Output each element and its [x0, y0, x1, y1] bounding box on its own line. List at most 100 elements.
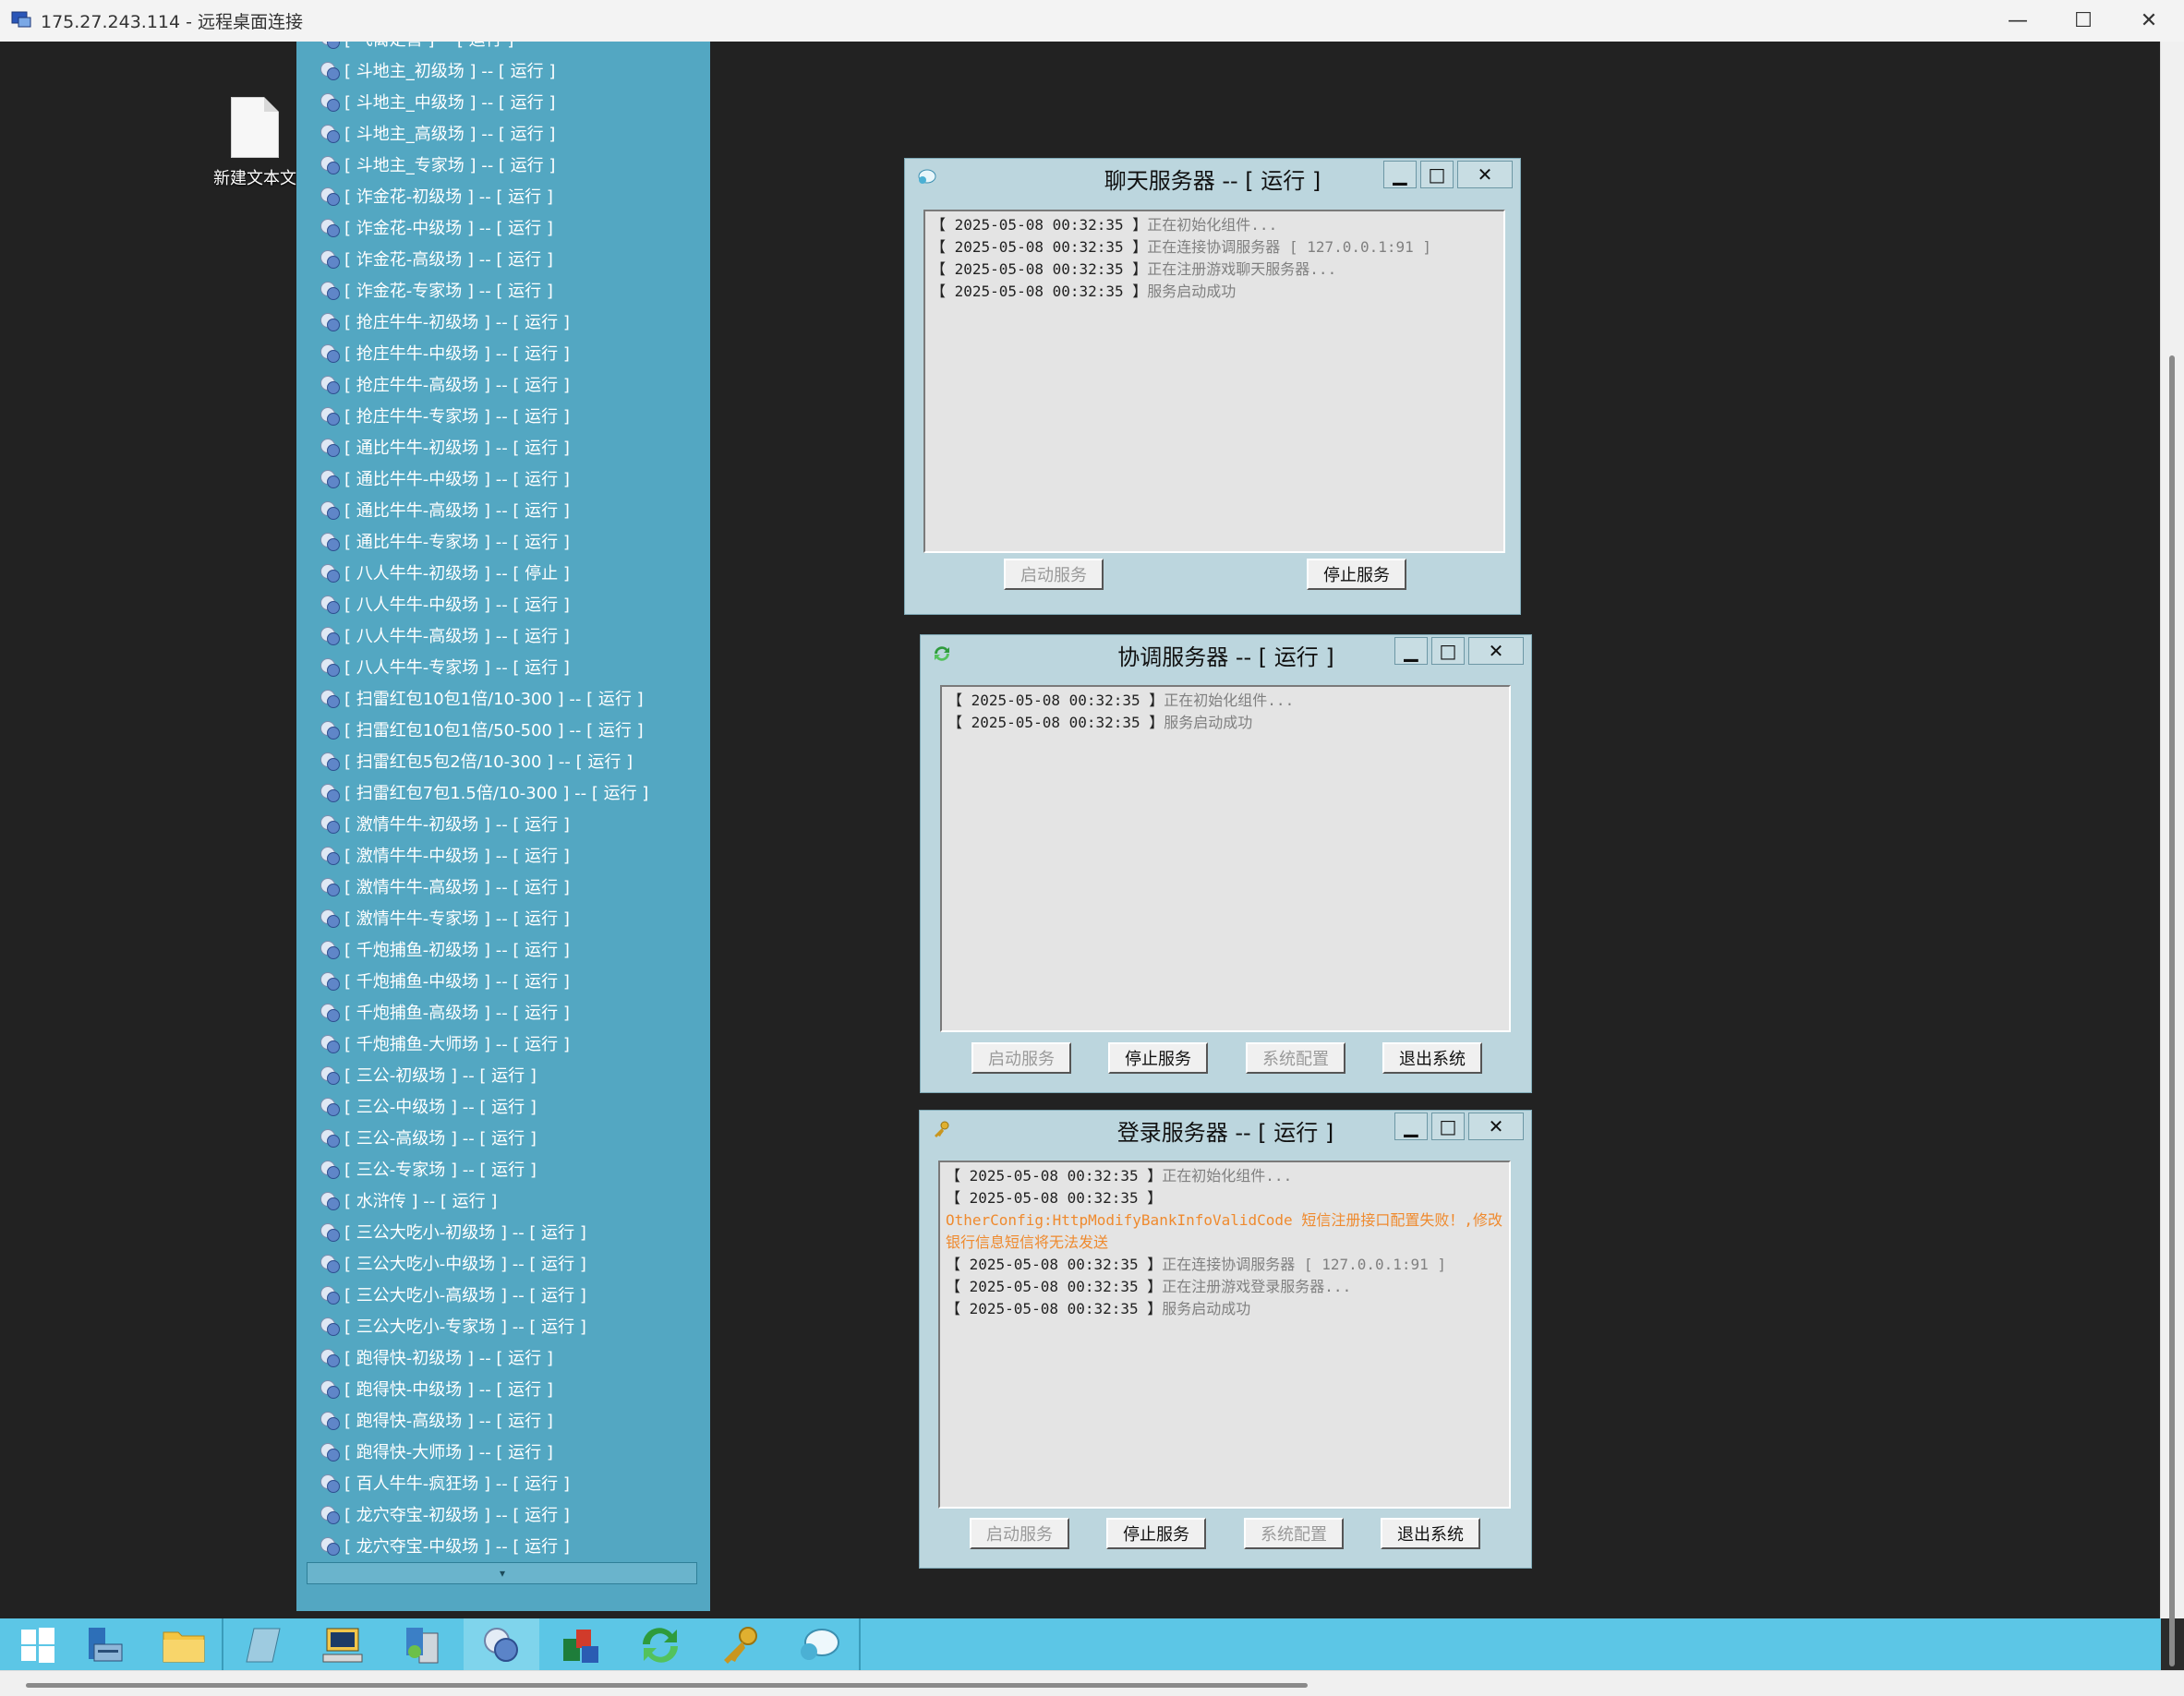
chat-maximize-button[interactable]: □ — [1420, 161, 1454, 188]
room-list-item[interactable]: [ 诈金花-专家场 ] -- [ 运行 ] — [319, 274, 648, 306]
room-list-item[interactable]: [ 龙穴夺宝-初级场 ] -- [ 运行 ] — [319, 1498, 648, 1530]
coord-log[interactable]: 【 2025-05-08 00:32:35 】正在初始化组件... 【 2025… — [940, 685, 1511, 1032]
minimize-button[interactable]: — — [1990, 0, 2045, 42]
chat-server-icon[interactable] — [781, 1618, 857, 1671]
game-room-icon — [319, 468, 340, 488]
room-list-item[interactable]: [ 千炮捕鱼-中级场 ] -- [ 运行 ] — [319, 965, 648, 996]
coordination-server-icon[interactable] — [622, 1618, 698, 1671]
coord-start-service-button[interactable]: 启动服务 — [971, 1042, 1071, 1074]
room-list-dropdown[interactable]: ▾ — [307, 1562, 697, 1584]
room-list-item[interactable]: [ 通比牛牛-高级场 ] -- [ 运行 ] — [319, 494, 648, 525]
room-list-item[interactable]: [ 水浒传 ] -- [ 运行 ] — [319, 1185, 648, 1216]
room-list-item[interactable]: [ 通比牛牛-中级场 ] -- [ 运行 ] — [319, 463, 648, 494]
room-list-item[interactable]: [ 三公-中级场 ] -- [ 运行 ] — [319, 1090, 648, 1122]
chat-start-service-button[interactable]: 启动服务 — [1004, 559, 1104, 590]
login-minimize-button[interactable]: ▁ — [1394, 1113, 1428, 1140]
coord-system-config-button[interactable]: 系统配置 — [1246, 1042, 1345, 1074]
file-explorer-icon[interactable] — [146, 1618, 222, 1671]
room-list-item[interactable]: [ 抢庄牛牛-初级场 ] -- [ 运行 ] — [319, 306, 648, 337]
room-list-item[interactable]: [ 激情牛牛-中级场 ] -- [ 运行 ] — [319, 839, 648, 871]
horizontal-scrollbar-thumb[interactable] — [26, 1683, 1308, 1688]
login-server-icon[interactable] — [702, 1618, 778, 1671]
vertical-scrollbar[interactable] — [2160, 42, 2184, 1666]
room-list-item[interactable]: [ 八人牛牛-中级场 ] -- [ 运行 ] — [319, 588, 648, 619]
chat-minimize-button[interactable]: ▁ — [1383, 161, 1417, 188]
login-server-titlebar[interactable]: 登录服务器 -- [ 运行 ] ▁ □ ✕ — [920, 1111, 1531, 1148]
room-list-item[interactable]: [ 抢庄牛牛-高级场 ] -- [ 运行 ] — [319, 368, 648, 400]
room-list-item[interactable]: [ 通比牛牛-初级场 ] -- [ 运行 ] — [319, 431, 648, 463]
room-list-item[interactable]: [ 激情牛牛-专家场 ] -- [ 运行 ] — [319, 902, 648, 933]
room-list-item[interactable]: [ 三公-高级场 ] -- [ 运行 ] — [319, 1122, 648, 1153]
horizontal-scrollbar[interactable] — [0, 1670, 2184, 1696]
coord-exit-button[interactable]: 退出系统 — [1382, 1042, 1482, 1074]
chat-close-button[interactable]: ✕ — [1457, 161, 1513, 188]
room-list-item[interactable]: [ 龙穴夺宝-中级场 ] -- [ 运行 ] — [319, 1530, 648, 1561]
close-button[interactable]: ✕ — [2121, 0, 2177, 42]
room-list-item[interactable]: [ 跑得快-初级场 ] -- [ 运行 ] — [319, 1341, 648, 1373]
log-line: 【 2025-05-08 00:32:35 】服务启动成功 — [947, 714, 1253, 731]
room-list-item[interactable]: [ 激情牛牛-初级场 ] -- [ 运行 ] — [319, 808, 648, 839]
room-list-item[interactable]: [ 跑得快-高级场 ] -- [ 运行 ] — [319, 1404, 648, 1436]
room-list-item[interactable]: [ 八人牛牛-初级场 ] -- [ 停止 ] — [319, 557, 648, 588]
room-list-item[interactable]: [ 三公-初级场 ] -- [ 运行 ] — [319, 1059, 648, 1090]
room-list-item[interactable]: [ 三公-专家场 ] -- [ 运行 ] — [319, 1153, 648, 1185]
chat-server-titlebar[interactable]: 聊天服务器 -- [ 运行 ] ▁ □ ✕ — [905, 159, 1520, 196]
room-list-item[interactable]: [ 八人牛牛-专家场 ] -- [ 运行 ] — [319, 651, 648, 682]
login-log[interactable]: 【 2025-05-08 00:32:35 】正在初始化组件... 【 2025… — [938, 1161, 1511, 1509]
login-maximize-button[interactable]: □ — [1431, 1113, 1465, 1140]
coord-minimize-button[interactable]: ▁ — [1394, 637, 1428, 665]
room-list-item[interactable]: [ 三公大吃小-高级场 ] -- [ 运行 ] — [319, 1279, 648, 1310]
room-list-item[interactable]: [ 诈金花-中级场 ] -- [ 运行 ] — [319, 211, 648, 243]
room-list-item[interactable]: [ 斗地主_高级场 ] -- [ 运行 ] — [319, 117, 648, 149]
login-stop-service-button[interactable]: 停止服务 — [1106, 1518, 1206, 1549]
room-list-item[interactable]: [ 跑得快-大师场 ] -- [ 运行 ] — [319, 1436, 648, 1467]
room-list-item[interactable]: [ 千炮捕鱼-高级场 ] -- [ 运行 ] — [319, 996, 648, 1028]
game-room-icon — [319, 531, 340, 551]
room-list-item[interactable]: [ 诈金花-初级场 ] -- [ 运行 ] — [319, 180, 648, 211]
room-list-item[interactable]: [ 三公大吃小-专家场 ] -- [ 运行 ] — [319, 1310, 648, 1341]
room-list-item[interactable]: [ 三公大吃小-中级场 ] -- [ 运行 ] — [319, 1247, 648, 1279]
office-icon[interactable] — [543, 1618, 619, 1671]
room-list-item[interactable]: [ 激情牛牛-高级场 ] -- [ 运行 ] — [319, 871, 648, 902]
computer-icon[interactable] — [305, 1618, 380, 1671]
room-list-item[interactable]: [ 斗地主_专家场 ] -- [ 运行 ] — [319, 149, 648, 180]
room-list-item[interactable]: [ 扫雷红包10包1倍/50-500 ] -- [ 运行 ] — [319, 714, 648, 745]
room-list-item[interactable]: [ 飞禽走兽 ] -- [ 运行 ] — [319, 42, 648, 54]
coord-maximize-button[interactable]: □ — [1431, 637, 1465, 665]
desktop-file[interactable]: 新建文本文 — [209, 97, 301, 189]
chat-log[interactable]: 【 2025-05-08 00:32:35 】正在初始化组件... 【 2025… — [923, 210, 1505, 553]
login-close-button[interactable]: ✕ — [1468, 1113, 1524, 1140]
room-list-item[interactable]: [ 斗地主_初级场 ] -- [ 运行 ] — [319, 54, 648, 86]
room-list-item[interactable]: [ 三公大吃小-初级场 ] -- [ 运行 ] — [319, 1216, 648, 1247]
coord-server-titlebar[interactable]: 协调服务器 -- [ 运行 ] ▁ □ ✕ — [921, 635, 1531, 672]
room-list-item[interactable]: [ 扫雷红包7包1.5倍/10-300 ] -- [ 运行 ] — [319, 776, 648, 808]
game-room-list-panel[interactable]: [ 飞禽走兽 ] -- [ 运行 ] [ 斗地主_初级场 ] -- [ 运行 ] [… — [296, 42, 710, 1611]
room-list-item[interactable]: [ 通比牛牛-专家场 ] -- [ 运行 ] — [319, 525, 648, 557]
login-start-service-button[interactable]: 启动服务 — [970, 1518, 1069, 1549]
room-list-item[interactable]: [ 诈金花-高级场 ] -- [ 运行 ] — [319, 243, 648, 274]
room-list-item[interactable]: [ 八人牛牛-高级场 ] -- [ 运行 ] — [319, 619, 648, 651]
room-list-item[interactable]: [ 千炮捕鱼-初级场 ] -- [ 运行 ] — [319, 933, 648, 965]
room-list-item[interactable]: [ 抢庄牛牛-中级场 ] -- [ 运行 ] — [319, 337, 648, 368]
room-list-item[interactable]: [ 扫雷红包5包2倍/10-300 ] -- [ 运行 ] — [319, 745, 648, 776]
notepad-icon[interactable] — [225, 1618, 301, 1671]
login-exit-button[interactable]: 退出系统 — [1381, 1518, 1480, 1549]
room-list-item[interactable]: [ 百人牛牛-疯狂场 ] -- [ 运行 ] — [319, 1467, 648, 1498]
room-list-item[interactable]: [ 跑得快-中级场 ] -- [ 运行 ] — [319, 1373, 648, 1404]
room-list-item-label: [ 诈金花-专家场 ] -- [ 运行 ] — [344, 282, 553, 301]
room-list-item-label: [ 百人牛牛-疯狂场 ] -- [ 运行 ] — [344, 1474, 570, 1494]
coord-close-button[interactable]: ✕ — [1468, 637, 1524, 665]
login-system-config-button[interactable]: 系统配置 — [1244, 1518, 1344, 1549]
room-list-item[interactable]: [ 扫雷红包10包1倍/10-300 ] -- [ 运行 ] — [319, 682, 648, 714]
server-manager-icon[interactable] — [66, 1618, 142, 1671]
room-list-item[interactable]: [ 抢庄牛牛-专家场 ] -- [ 运行 ] — [319, 400, 648, 431]
chat-stop-service-button[interactable]: 停止服务 — [1307, 559, 1406, 590]
maximize-button[interactable]: ☐ — [2056, 0, 2111, 42]
room-list-item[interactable]: [ 斗地主_中级场 ] -- [ 运行 ] — [319, 86, 648, 117]
room-list-item[interactable]: [ 千炮捕鱼-大师场 ] -- [ 运行 ] — [319, 1028, 648, 1059]
database-tool-icon[interactable] — [384, 1618, 460, 1671]
vertical-scrollbar-thumb[interactable] — [2169, 355, 2175, 1666]
game-server-icon[interactable] — [464, 1618, 539, 1671]
coord-stop-service-button[interactable]: 停止服务 — [1108, 1042, 1208, 1074]
windows-start-icon[interactable] — [0, 1618, 76, 1671]
